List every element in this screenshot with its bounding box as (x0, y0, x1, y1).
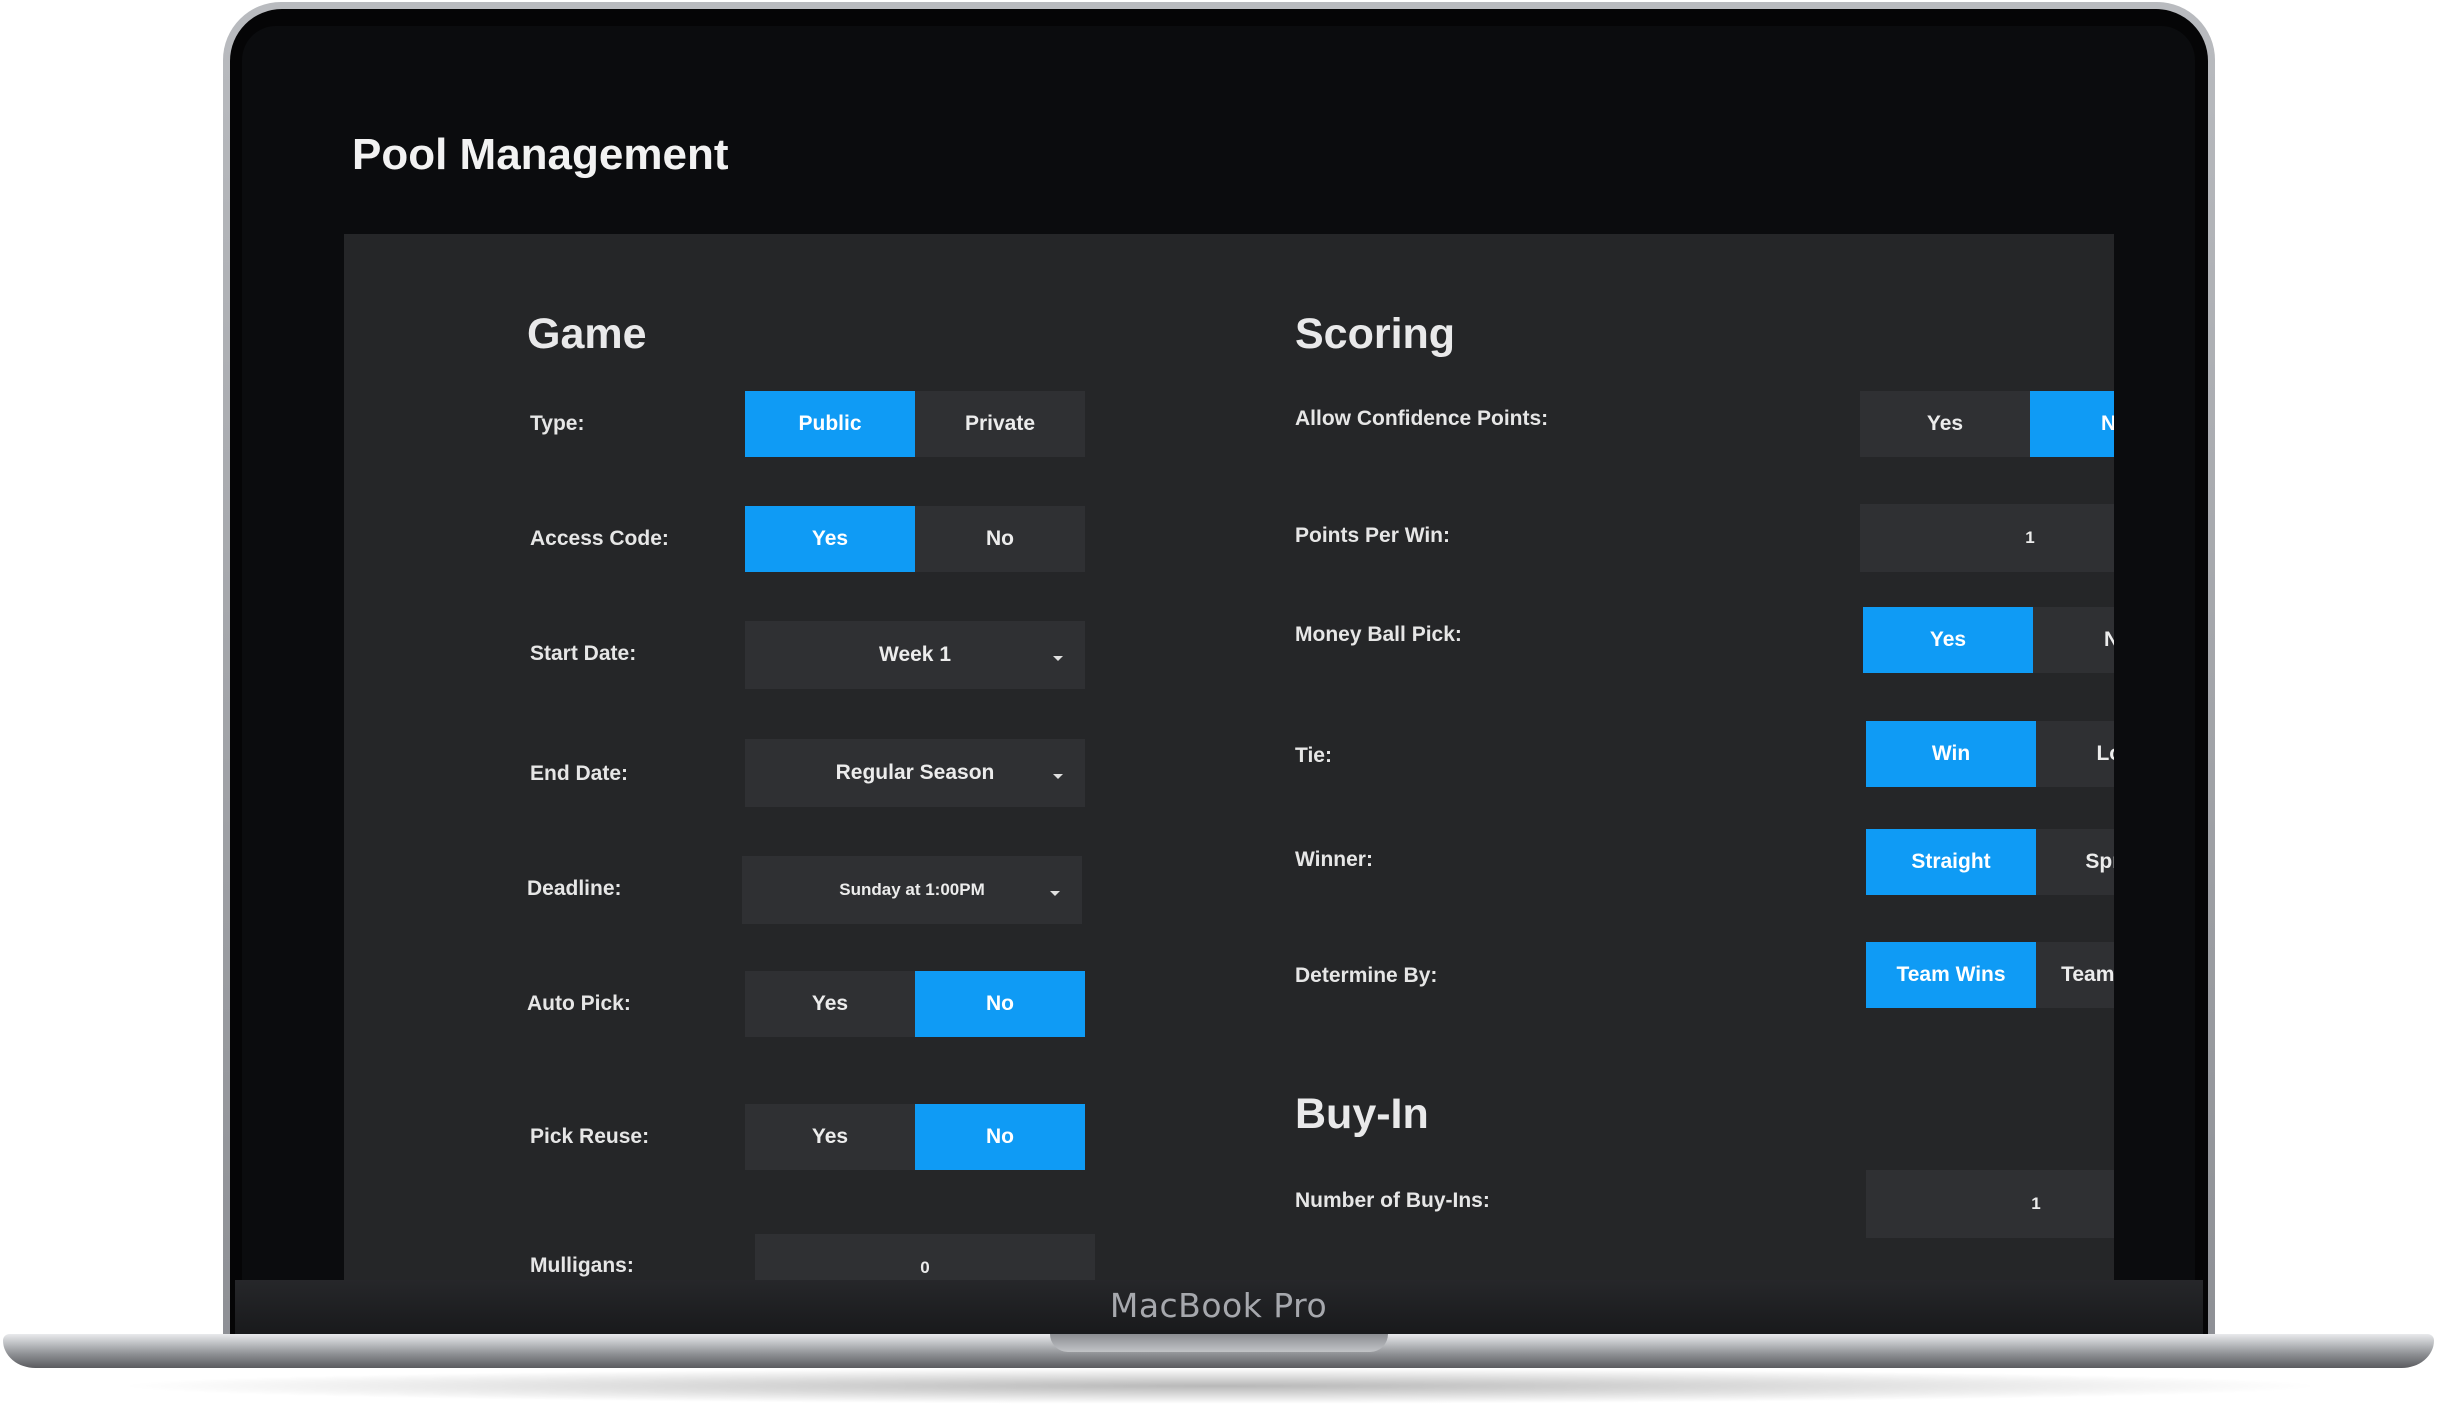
deadline-label: Deadline: (527, 877, 622, 900)
access-code-yes-option[interactable]: Yes (745, 506, 915, 572)
scoring-section-title: Scoring (1295, 310, 1456, 358)
number-of-buy-ins-label: Number of Buy-Ins: (1295, 1189, 1490, 1212)
allow-confidence-toggle: Yes No (1860, 391, 2114, 457)
auto-pick-no-option[interactable]: No (915, 971, 1085, 1037)
allow-confidence-no-option[interactable]: No (2030, 391, 2114, 457)
auto-pick-toggle: Yes No (745, 971, 1085, 1037)
page-title: Pool Management (352, 130, 729, 179)
points-per-win-value: 1 (2025, 528, 2035, 547)
determine-by-team-wins-option[interactable]: Team Wins (1866, 942, 2036, 1008)
access-code-no-option[interactable]: No (915, 506, 1085, 572)
allow-confidence-label: Allow Confidence Points: (1295, 407, 1549, 430)
chevron-down-icon (1050, 891, 1060, 896)
number-of-buy-ins-value: 1 (2031, 1194, 2041, 1213)
auto-pick-yes-option[interactable]: Yes (745, 971, 915, 1037)
deadline-dropdown[interactable]: Sunday at 1:00PM (742, 856, 1082, 924)
points-per-win-dropdown[interactable]: 1 (1860, 504, 2114, 572)
mulligans-dropdown[interactable]: 0 (755, 1234, 1095, 1280)
determine-by-label: Determine By: (1295, 964, 1438, 987)
buy-in-section-title: Buy-In (1295, 1090, 1429, 1138)
determine-by-toggle: Team Wins Team Loses (1866, 942, 2114, 1008)
chevron-down-icon (1053, 774, 1063, 779)
end-date-value: Regular Season (835, 761, 995, 784)
start-date-dropdown[interactable]: Week 1 (745, 621, 1085, 689)
tie-label: Tie: (1295, 744, 1332, 767)
type-public-option[interactable]: Public (745, 391, 915, 457)
laptop-notch (1050, 1334, 1388, 1352)
mulligans-value: 0 (920, 1258, 930, 1277)
tie-toggle: Win Loss (1866, 721, 2114, 787)
auto-pick-label: Auto Pick: (527, 992, 631, 1015)
chevron-down-icon (1053, 656, 1063, 661)
start-date-label: Start Date: (530, 642, 637, 665)
winner-toggle: Straight Spread (1866, 829, 2114, 895)
laptop-screen: Pool Management Game Type: Public Privat… (242, 26, 2195, 1280)
pick-reuse-toggle: Yes No (745, 1104, 1085, 1170)
tie-loss-option[interactable]: Loss (2036, 721, 2114, 787)
pick-reuse-label: Pick Reuse: (530, 1125, 650, 1148)
start-date-value: Week 1 (879, 643, 951, 666)
settings-panel: Game Type: Public Private Access Code: Y… (344, 234, 2114, 1280)
access-code-toggle: Yes No (745, 506, 1085, 572)
type-label: Type: (530, 412, 585, 435)
mulligans-label: Mulligans: (530, 1254, 634, 1277)
tie-win-option[interactable]: Win (1866, 721, 2036, 787)
end-date-label: End Date: (530, 762, 629, 785)
allow-confidence-yes-option[interactable]: Yes (1860, 391, 2030, 457)
laptop-shadow (110, 1368, 2330, 1404)
winner-spread-option[interactable]: Spread (2036, 829, 2114, 895)
type-toggle: Public Private (745, 391, 1085, 457)
device-brand-label: MacBook Pro (1109, 1286, 1328, 1325)
points-per-win-label: Points Per Win: (1295, 524, 1450, 547)
winner-label: Winner: (1295, 848, 1373, 871)
number-of-buy-ins-dropdown[interactable]: 1 (1866, 1170, 2114, 1238)
end-date-dropdown[interactable]: Regular Season (745, 739, 1085, 807)
pick-reuse-yes-option[interactable]: Yes (745, 1104, 915, 1170)
money-ball-toggle: Yes No (1863, 607, 2114, 673)
deadline-value: Sunday at 1:00PM (839, 880, 985, 899)
money-ball-no-option[interactable]: No (2033, 607, 2114, 673)
money-ball-label: Money Ball Pick: (1295, 623, 1462, 646)
pick-reuse-no-option[interactable]: No (915, 1104, 1085, 1170)
determine-by-team-loses-option[interactable]: Team Loses (2036, 942, 2114, 1008)
type-private-option[interactable]: Private (915, 391, 1085, 457)
game-section-title: Game (527, 310, 647, 358)
winner-straight-option[interactable]: Straight (1866, 829, 2036, 895)
access-code-label: Access Code: (530, 527, 669, 550)
money-ball-yes-option[interactable]: Yes (1863, 607, 2033, 673)
